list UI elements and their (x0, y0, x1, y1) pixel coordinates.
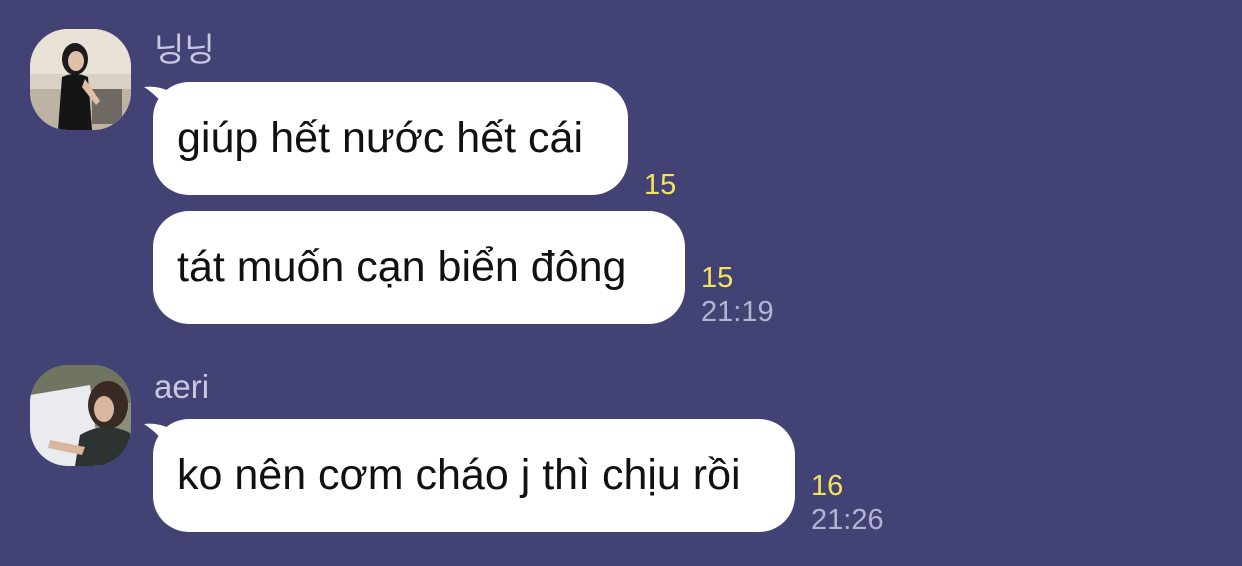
message-bubble[interactable]: ko nên cơm cháo j thì chịu rồi (153, 419, 795, 532)
message-text: tát muốn cạn biển đông (177, 243, 627, 291)
sender-avatar[interactable] (30, 29, 131, 130)
sender-avatar[interactable] (30, 365, 131, 466)
user-avatar-photo-icon (30, 365, 131, 466)
user-avatar-photo-icon (30, 29, 131, 130)
message-text: ko nên cơm cháo j thì chịu rồi (177, 451, 741, 499)
message-text: giúp hết nước hết cái (177, 114, 584, 162)
unread-count: 15 (701, 262, 734, 294)
unread-count: 16 (811, 470, 844, 502)
sender-name: 닝닝 (154, 31, 215, 68)
sender-name: aeri (154, 368, 210, 405)
unread-count: 15 (644, 169, 677, 201)
message-timestamp: 21:19 (701, 296, 774, 328)
message-timestamp: 21:26 (811, 504, 884, 536)
message-bubble[interactable]: giúp hết nước hết cái (153, 82, 628, 195)
message-bubble[interactable]: tát muốn cạn biển đông (153, 211, 685, 324)
